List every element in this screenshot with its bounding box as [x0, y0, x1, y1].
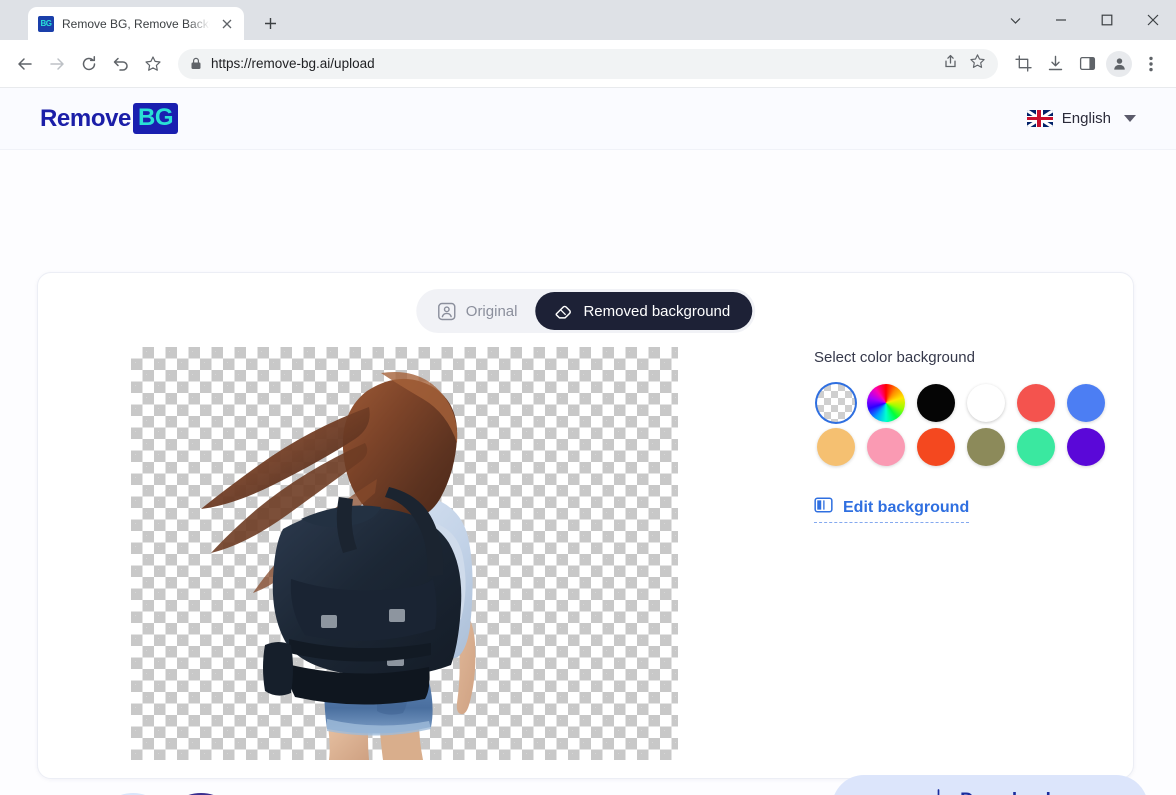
share-icon[interactable]	[942, 53, 959, 75]
page-content: Remove BG English Original Removed backg…	[0, 88, 1176, 795]
browser-titlebar: BG Remove BG, Remove Backgrou	[0, 0, 1176, 40]
swatch-violet[interactable]	[1064, 425, 1108, 469]
swatch-transparent[interactable]	[814, 381, 858, 425]
black-swatch-icon	[917, 384, 955, 422]
tab-title: Remove BG, Remove Backgrou	[62, 16, 210, 31]
color-wheel-icon	[867, 384, 905, 422]
orange-swatch-icon	[917, 428, 955, 466]
bottom-bar: + Upload	[0, 779, 1176, 795]
new-tab-button[interactable]	[256, 9, 284, 37]
pink-swatch-icon	[867, 428, 905, 466]
swatch-color-picker[interactable]	[864, 381, 908, 425]
editor-card: Original Removed background Select color…	[37, 272, 1148, 795]
tan-swatch-icon	[817, 428, 855, 466]
three-dot-menu-icon[interactable]	[1136, 49, 1166, 79]
window-minimize-icon[interactable]	[1038, 0, 1084, 40]
back-arrow-icon[interactable]	[10, 49, 40, 79]
browser-toolbar: https://remove-bg.ai/upload	[0, 40, 1176, 88]
logo-text-bg: BG	[132, 103, 179, 134]
image-preview[interactable]	[131, 347, 678, 760]
tab-removed-background[interactable]: Removed background	[535, 292, 753, 330]
swatch-mint-green[interactable]	[1014, 425, 1058, 469]
window-maximize-icon[interactable]	[1084, 0, 1130, 40]
window-chevron-down-icon[interactable]	[992, 0, 1038, 40]
person-photo-icon	[437, 302, 456, 321]
swatch-blue[interactable]	[1064, 381, 1108, 425]
reload-icon[interactable]	[74, 49, 104, 79]
violet-swatch-icon	[1067, 428, 1105, 466]
tab-favicon-icon: BG	[38, 15, 54, 32]
transparent-swatch-icon	[817, 384, 855, 422]
omnibox-actions	[942, 53, 986, 75]
browser-tab[interactable]: BG Remove BG, Remove Backgrou	[28, 7, 244, 40]
tab-original-label: Original	[465, 302, 518, 320]
language-selector[interactable]: English	[1026, 110, 1136, 127]
swatch-pink[interactable]	[864, 425, 908, 469]
green-swatch-icon	[1017, 428, 1055, 466]
tab-removed-label: Removed background	[583, 302, 731, 320]
side-panel-icon[interactable]	[1072, 49, 1102, 79]
blue-swatch-icon	[1067, 384, 1105, 422]
white-swatch-icon	[967, 384, 1005, 422]
avatar	[1106, 50, 1132, 77]
language-label: English	[1061, 110, 1111, 127]
eraser-icon	[553, 301, 573, 321]
window-close-icon[interactable]	[1130, 0, 1176, 40]
chevron-down-icon	[1124, 115, 1136, 122]
panel-title: Select color background	[814, 349, 975, 366]
star-icon[interactable]	[969, 53, 986, 75]
uk-flag-icon	[1026, 110, 1053, 127]
lock-icon	[190, 57, 202, 70]
subject-image	[201, 371, 476, 760]
swatch-white[interactable]	[964, 381, 1008, 425]
edit-background-icon	[814, 496, 833, 519]
edit-background-button[interactable]: Edit background	[814, 496, 970, 523]
window-controls	[992, 0, 1176, 40]
color-swatch-grid	[814, 381, 1105, 469]
tab-original[interactable]: Original	[419, 292, 536, 330]
forward-arrow-icon[interactable]	[42, 49, 72, 79]
swatch-tan[interactable]	[814, 425, 858, 469]
logo-text-remove: Remove	[40, 104, 131, 132]
undo-icon[interactable]	[106, 49, 136, 79]
swatch-red[interactable]	[1014, 381, 1058, 425]
profile-avatar-icon[interactable]	[1104, 49, 1134, 79]
download-icon[interactable]	[1040, 49, 1070, 79]
olive-swatch-icon	[967, 428, 1005, 466]
swatch-black[interactable]	[914, 381, 958, 425]
background-options-panel: Select color background Edit background	[738, 349, 1148, 795]
site-logo[interactable]: Remove BG	[40, 103, 179, 134]
address-bar[interactable]: https://remove-bg.ai/upload	[178, 48, 998, 79]
bookmark-star-icon[interactable]	[138, 49, 168, 79]
crop-icon[interactable]	[1008, 49, 1038, 79]
swatch-orange[interactable]	[914, 425, 958, 469]
edit-background-label: Edit background	[843, 498, 970, 516]
tab-close-icon[interactable]	[218, 15, 236, 33]
view-mode-tabs: Original Removed background	[415, 289, 756, 333]
red-swatch-icon	[1017, 384, 1055, 422]
address-bar-url: https://remove-bg.ai/upload	[211, 56, 375, 71]
site-header: Remove BG English	[0, 88, 1176, 150]
swatch-olive[interactable]	[964, 425, 1008, 469]
